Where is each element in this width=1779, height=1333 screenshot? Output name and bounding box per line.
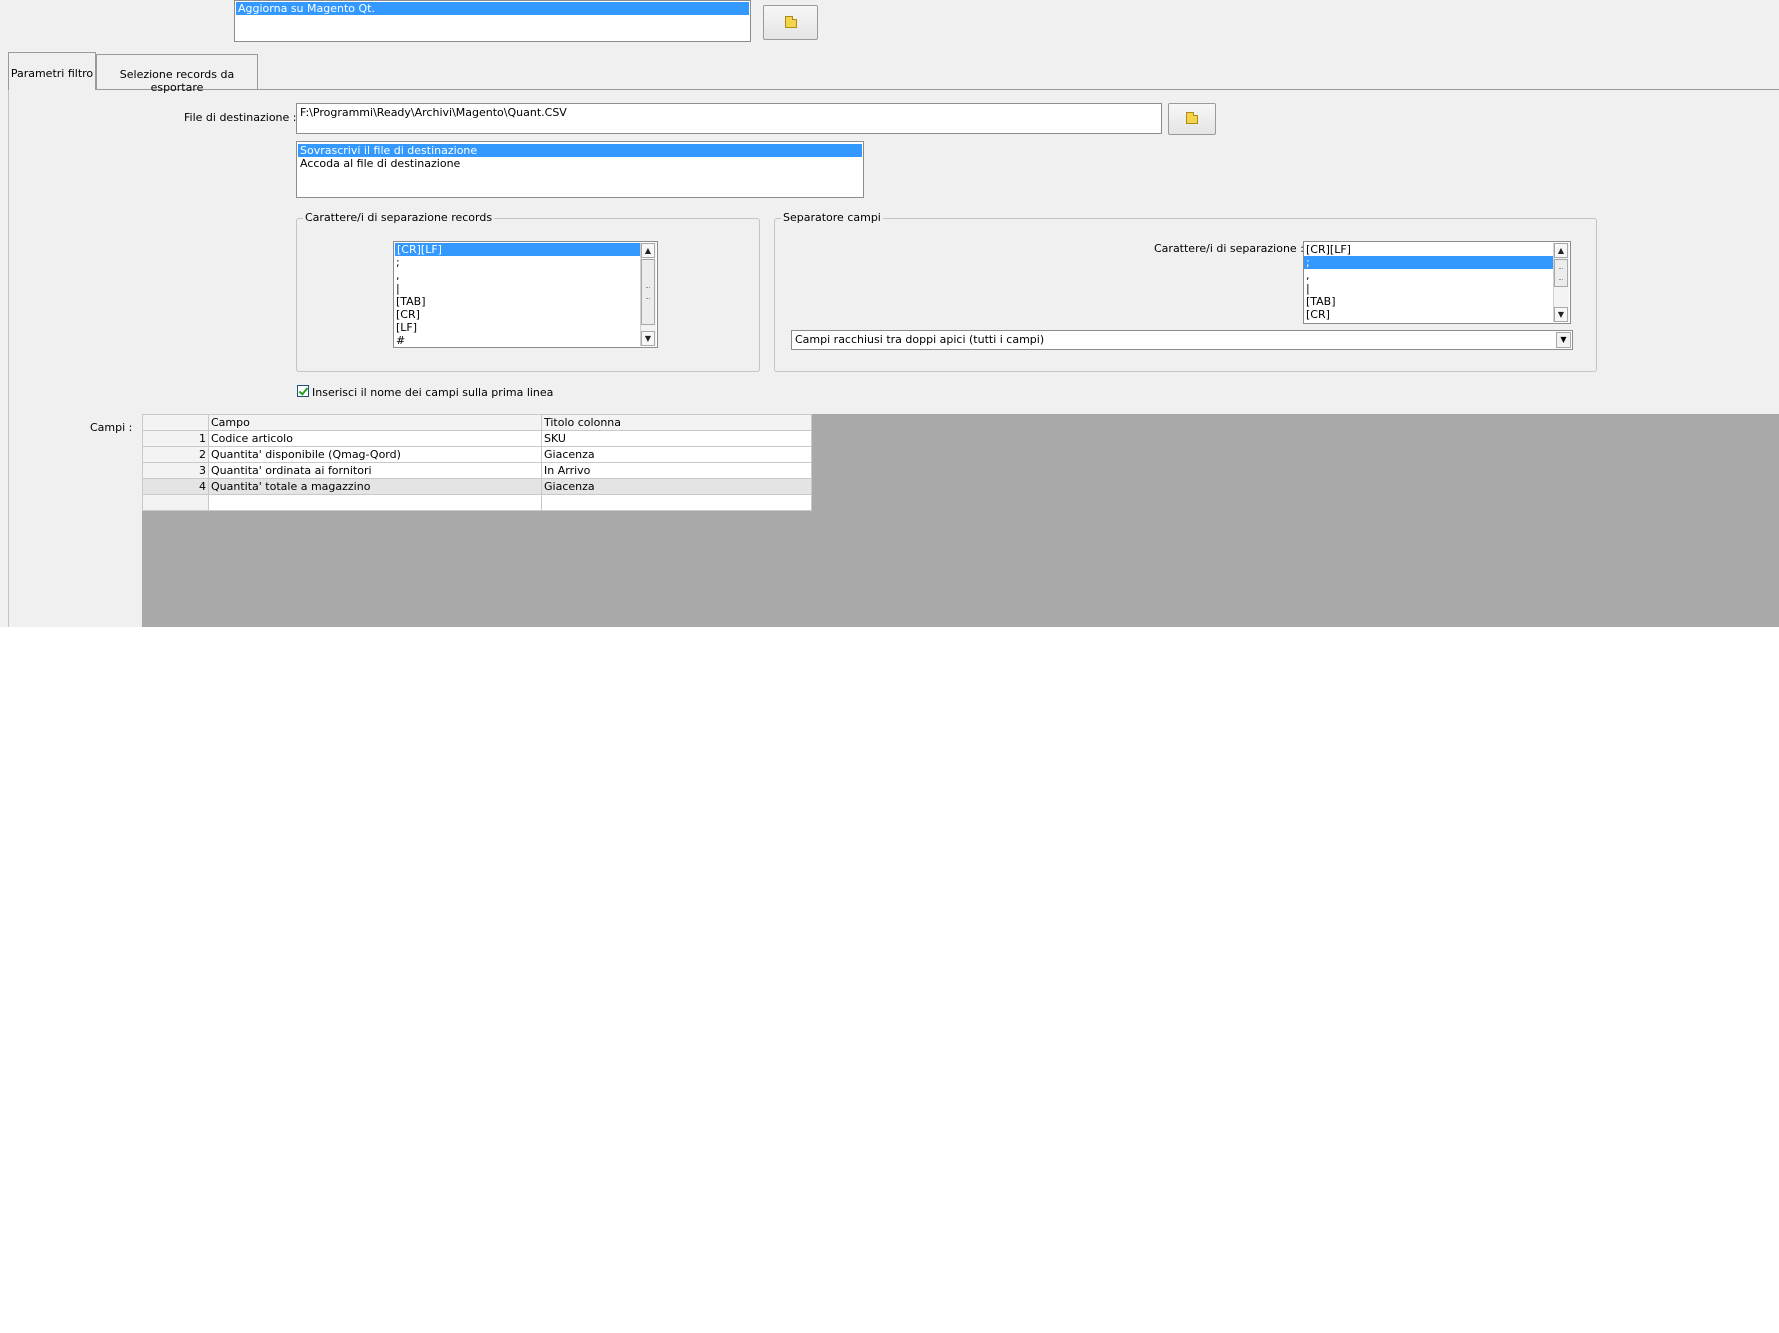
fields-grid[interactable]: Campo Titolo colonna 1 Codice articolo S… <box>142 414 812 511</box>
destination-label: File di destinazione : <box>184 111 297 124</box>
record-separator-list[interactable]: [CR][LF] ; , | [TAB] [CR] [LF] # ▲ ▼ <box>393 241 658 348</box>
table-row[interactable]: 3 Quantita' ordinata ai fornitori In Arr… <box>142 462 812 479</box>
header-checkbox-label: Inserisci il nome dei campi sulla prima … <box>312 386 554 399</box>
tab-label: Selezione records da esportare <box>119 68 235 94</box>
export-window: Aggiorna su Magento Qt. Parametri filtro… <box>0 0 1779 627</box>
row-number[interactable]: 4 <box>142 478 209 495</box>
field-separator-list[interactable]: [CR][LF] ; , | [TAB] [CR] ▲ ▼ <box>1303 241 1571 324</box>
cell-campo[interactable]: Quantita' ordinata ai fornitori <box>208 462 542 479</box>
record-sep-option[interactable]: ; <box>394 256 657 269</box>
scroll-down-icon[interactable]: ▼ <box>1554 307 1568 322</box>
row-number[interactable]: 2 <box>142 446 209 463</box>
table-row[interactable]: 1 Codice articolo SKU <box>142 430 812 447</box>
scroll-up-icon[interactable]: ▲ <box>1554 243 1568 258</box>
record-sep-option[interactable]: [TAB] <box>394 295 657 308</box>
quote-mode-value: Campi racchiusi tra doppi apici (tutti i… <box>795 333 1045 346</box>
table-row[interactable]: 4 Quantita' totale a magazzino Giacenza <box>142 478 812 495</box>
record-sep-option[interactable]: | <box>394 282 657 295</box>
cell-titolo[interactable]: Giacenza <box>541 478 812 495</box>
table-row-new[interactable] <box>142 494 812 511</box>
chevron-down-icon[interactable]: ▼ <box>1556 332 1571 348</box>
operation-list-item[interactable]: Aggiorna su Magento Qt. <box>236 2 749 15</box>
record-sep-option[interactable]: # <box>394 334 657 347</box>
tab-parametri-filtro[interactable]: Parametri filtro <box>8 52 96 90</box>
tab-strip-line <box>8 89 1779 90</box>
record-sep-option[interactable]: , <box>394 269 657 282</box>
fields-label: Campi : <box>90 421 133 434</box>
cell-titolo[interactable]: In Arrivo <box>541 462 812 479</box>
column-header-titolo[interactable]: Titolo colonna <box>541 414 812 431</box>
field-sep-scrollbar[interactable]: ▲ ▼ <box>1553 243 1569 322</box>
row-number[interactable] <box>142 494 209 511</box>
row-number[interactable]: 3 <box>142 462 209 479</box>
tab-selezione-records[interactable]: Selezione records da esportare <box>96 54 258 94</box>
tab-panel-border <box>8 89 9 627</box>
write-mode-overwrite[interactable]: Sovrascrivi il file di destinazione <box>298 144 862 157</box>
record-sep-scrollbar[interactable]: ▲ ▼ <box>640 243 656 346</box>
browse-operation-button[interactable] <box>763 5 818 40</box>
folder-icon <box>784 15 797 28</box>
quote-mode-select[interactable]: Campi racchiusi tra doppi apici (tutti i… <box>791 330 1573 350</box>
header-checkbox[interactable] <box>297 385 309 397</box>
field-sep-option[interactable]: [CR] <box>1304 308 1570 321</box>
write-mode-list[interactable]: Sovrascrivi il file di destinazione Acco… <box>296 141 864 198</box>
cell-titolo[interactable]: Giacenza <box>541 446 812 463</box>
browse-destination-button[interactable] <box>1168 103 1216 135</box>
cell-campo[interactable] <box>208 494 542 511</box>
destination-file-input[interactable]: F:\Programmi\Ready\Archivi\Magento\Quant… <box>296 103 1162 134</box>
row-number[interactable]: 1 <box>142 430 209 447</box>
cell-campo[interactable]: Quantita' disponibile (Qmag-Qord) <box>208 446 542 463</box>
field-sep-option[interactable]: , <box>1304 269 1570 282</box>
scroll-thumb[interactable] <box>641 259 655 325</box>
field-sep-option[interactable]: [CR][LF] <box>1304 243 1570 256</box>
record-sep-option[interactable]: [CR] <box>394 308 657 321</box>
record-sep-option[interactable]: [LF] <box>394 321 657 334</box>
field-sep-option[interactable]: [TAB] <box>1304 295 1570 308</box>
table-row[interactable]: 2 Quantita' disponibile (Qmag-Qord) Giac… <box>142 446 812 463</box>
scroll-thumb[interactable] <box>1554 259 1568 287</box>
cell-titolo[interactable]: SKU <box>541 430 812 447</box>
record-sep-option[interactable]: [CR][LF] <box>395 243 640 256</box>
record-separator-title: Carattere/i di separazione records <box>303 211 495 224</box>
field-separator-group: Separatore campi Carattere/i di separazi… <box>774 211 1597 372</box>
cell-campo[interactable]: Codice articolo <box>208 430 542 447</box>
tab-label: Parametri filtro <box>10 67 94 80</box>
cell-titolo[interactable] <box>541 494 812 511</box>
column-header-campo[interactable]: Campo <box>208 414 542 431</box>
cell-campo[interactable]: Quantita' totale a magazzino <box>208 478 542 495</box>
operation-list[interactable]: Aggiorna su Magento Qt. <box>234 0 751 42</box>
field-separator-label: Carattere/i di separazione : <box>1154 242 1304 255</box>
field-sep-option[interactable]: | <box>1304 282 1570 295</box>
field-separator-title: Separatore campi <box>781 211 883 224</box>
folder-icon <box>1186 112 1198 124</box>
field-sep-option[interactable]: ; <box>1304 256 1553 269</box>
grid-header-row: Campo Titolo colonna <box>142 414 812 431</box>
write-mode-append[interactable]: Accoda al file di destinazione <box>298 157 862 170</box>
grid-corner <box>142 414 209 431</box>
scroll-down-icon[interactable]: ▼ <box>641 331 655 346</box>
scroll-up-icon[interactable]: ▲ <box>641 243 655 258</box>
record-separator-group: Carattere/i di separazione records [CR][… <box>296 211 760 372</box>
